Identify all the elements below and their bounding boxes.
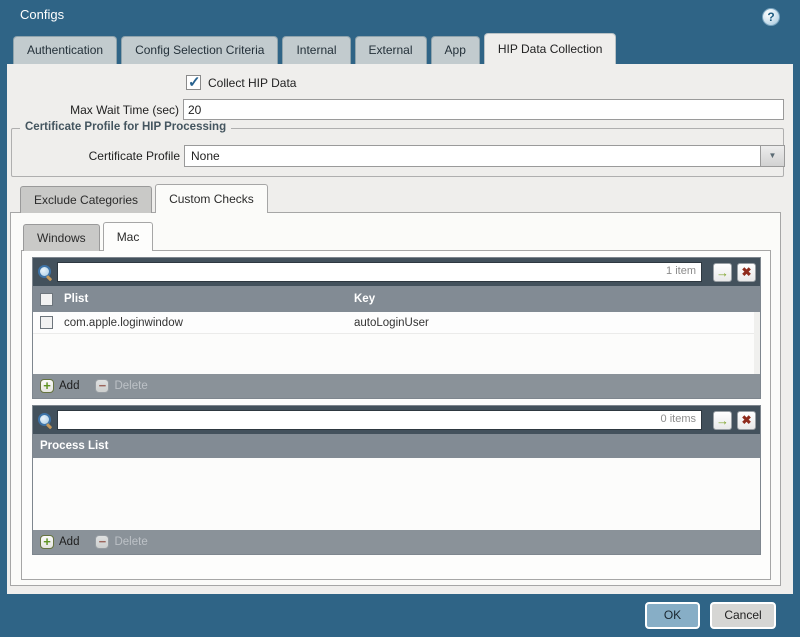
- os-tab-strip: Windows Mac: [23, 222, 156, 251]
- table-row[interactable]: com.apple.loginwindow autoLoginUser: [33, 312, 760, 334]
- process-table: 0 items → ✖ Process List + Add: [32, 405, 761, 555]
- plist-search-bar: 1 item → ✖: [33, 258, 760, 286]
- tab-exclude-categories[interactable]: Exclude Categories: [20, 186, 152, 213]
- cell-plist: com.apple.loginwindow: [60, 317, 350, 329]
- process-search-bar: 0 items → ✖: [33, 406, 760, 434]
- add-button[interactable]: + Add: [40, 535, 79, 549]
- column-header-plist: Plist: [60, 293, 350, 305]
- delete-icon: −: [95, 535, 109, 549]
- certificate-section-legend: Certificate Profile for HIP Processing: [20, 121, 231, 133]
- certificate-profile-value: None: [191, 149, 220, 163]
- configs-dialog: Configs ? Authentication Config Selectio…: [0, 0, 800, 637]
- collect-hip-label: Collect HIP Data: [208, 76, 296, 90]
- row-checkbox[interactable]: [40, 316, 53, 329]
- add-button[interactable]: + Add: [40, 379, 79, 393]
- title-bar: Configs ?: [0, 0, 800, 30]
- certificate-profile-section: Certificate Profile for HIP Processing C…: [11, 128, 784, 177]
- top-tab-strip: Authentication Config Selection Criteria…: [13, 30, 793, 64]
- process-search-input[interactable]: [57, 410, 702, 430]
- process-search-field: 0 items: [57, 410, 702, 430]
- certificate-profile-dropdown[interactable]: None ▼: [184, 145, 785, 167]
- plist-table-body: com.apple.loginwindow autoLoginUser: [33, 312, 760, 374]
- cancel-button[interactable]: Cancel: [710, 602, 776, 629]
- tab-external[interactable]: External: [355, 36, 427, 64]
- check-icon: ✓: [188, 73, 201, 91]
- plist-search-field: 1 item: [57, 262, 702, 282]
- tab-mac[interactable]: Mac: [103, 222, 154, 251]
- clear-filter-icon[interactable]: ✖: [737, 411, 756, 430]
- search-icon: [38, 413, 53, 428]
- plist-table-footer: + Add − Delete: [33, 374, 760, 398]
- process-table-header: Process List: [33, 434, 760, 458]
- delete-button: − Delete: [95, 379, 147, 393]
- clear-filter-icon[interactable]: ✖: [737, 263, 756, 282]
- checks-tab-strip: Exclude Categories Custom Checks: [20, 184, 271, 213]
- process-table-footer: + Add − Delete: [33, 530, 760, 554]
- delete-button: − Delete: [95, 535, 147, 549]
- add-icon: +: [40, 379, 54, 393]
- apply-filter-icon[interactable]: →: [713, 263, 732, 282]
- add-icon: +: [40, 535, 54, 549]
- plist-table: 1 item → ✖ Plist Key com.apple.loginwind: [32, 257, 761, 399]
- tab-windows[interactable]: Windows: [23, 224, 100, 251]
- column-header-process-list: Process List: [40, 440, 108, 452]
- apply-filter-icon[interactable]: →: [713, 411, 732, 430]
- tab-hip-data-collection[interactable]: HIP Data Collection: [484, 33, 617, 64]
- plist-search-input[interactable]: [57, 262, 702, 282]
- help-icon[interactable]: ?: [762, 8, 780, 26]
- max-wait-input[interactable]: [183, 99, 784, 120]
- dialog-title: Configs: [20, 7, 64, 22]
- dialog-footer: OK Cancel: [0, 594, 800, 637]
- delete-icon: −: [95, 379, 109, 393]
- scrollbar-track[interactable]: [754, 312, 760, 374]
- max-wait-label: Max Wait Time (sec): [7, 103, 179, 117]
- collect-hip-row: ✓ Collect HIP Data: [186, 75, 296, 90]
- ok-button[interactable]: OK: [645, 602, 700, 629]
- certificate-profile-label: Certificate Profile: [8, 149, 180, 163]
- mac-panel: 1 item → ✖ Plist Key com.apple.loginwind: [21, 250, 771, 580]
- tab-app[interactable]: App: [431, 36, 480, 64]
- search-icon: [38, 265, 53, 280]
- tab-content: ✓ Collect HIP Data Max Wait Time (sec) C…: [7, 64, 793, 594]
- tab-config-selection-criteria[interactable]: Config Selection Criteria: [121, 36, 278, 64]
- custom-checks-panel: Windows Mac 1 item → ✖: [10, 212, 781, 586]
- column-header-key: Key: [350, 293, 760, 305]
- process-table-body: [33, 458, 760, 530]
- plist-table-header: Plist Key: [33, 286, 760, 312]
- tab-internal[interactable]: Internal: [282, 36, 350, 64]
- select-all-checkbox[interactable]: [40, 293, 53, 306]
- tab-authentication[interactable]: Authentication: [13, 36, 117, 64]
- cell-key: autoLoginUser: [350, 317, 760, 329]
- tab-custom-checks[interactable]: Custom Checks: [155, 184, 268, 213]
- chevron-down-icon[interactable]: ▼: [760, 146, 784, 166]
- collect-hip-checkbox[interactable]: ✓: [186, 75, 201, 90]
